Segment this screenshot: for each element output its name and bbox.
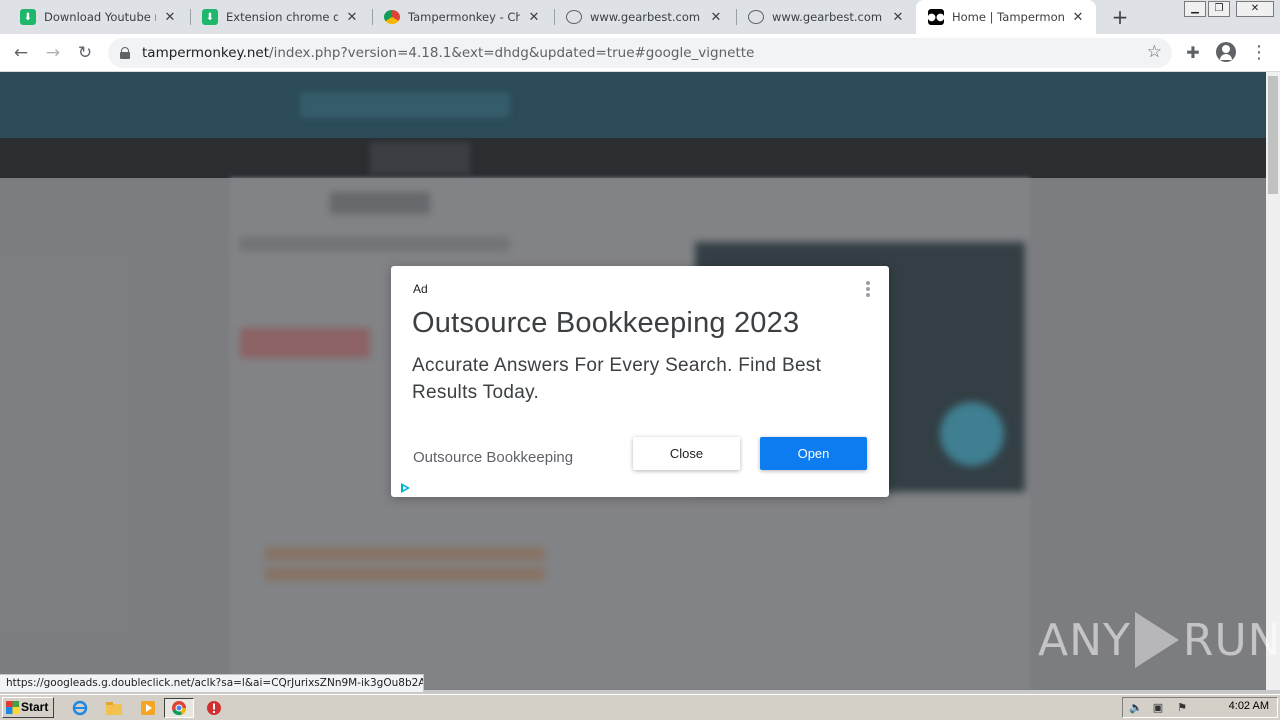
network-icon[interactable]: ▣ xyxy=(1151,701,1165,715)
tampermonkey-icon: ●● xyxy=(927,9,945,25)
close-icon[interactable]: ✕ xyxy=(890,10,906,25)
chrome-taskbar-icon[interactable] xyxy=(164,698,194,718)
anyrun-watermark: ANY RUN xyxy=(1038,608,1280,672)
tab-title: Tampermonkey - Chrom xyxy=(408,10,520,24)
ad-open-button[interactable]: Open xyxy=(760,437,867,470)
stop-icon[interactable] xyxy=(204,698,224,718)
close-icon[interactable]: ✕ xyxy=(708,10,724,25)
kebab-menu-icon[interactable]: ⋮ xyxy=(1246,40,1272,66)
close-icon[interactable]: ✕ xyxy=(344,10,360,25)
url-host: tampermonkey.net xyxy=(142,45,270,61)
tab-title: www.gearbest.com xyxy=(772,10,883,24)
close-icon[interactable]: ✕ xyxy=(162,10,178,25)
play-icon xyxy=(1134,612,1179,668)
internet-explorer-icon[interactable] xyxy=(70,698,90,718)
tab-home-tampermonkey[interactable]: ●● Home | Tampermonkey ✕ xyxy=(916,0,1096,34)
ad-advertiser[interactable]: Outsource Bookkeeping xyxy=(413,449,573,466)
tab-tampermonkey-webstore[interactable]: Tampermonkey - Chrom ✕ xyxy=(372,0,552,34)
action-center-flag-icon[interactable]: ⚑ xyxy=(1175,701,1189,715)
lock-icon[interactable] xyxy=(120,47,130,59)
ad-label: Ad xyxy=(413,282,428,296)
taskbar-clock[interactable]: 4:02 AM xyxy=(1229,700,1269,712)
ad-description[interactable]: Accurate Answers For Every Search. Find … xyxy=(412,352,882,406)
windows-flag-icon xyxy=(6,701,19,714)
tab-strip: ⬇ Download Youtube mp3, ✕ ⬇ Extension ch… xyxy=(0,0,1280,34)
minimize-icon[interactable]: ▁ xyxy=(1184,1,1206,17)
tab-gearbest-1[interactable]: www.gearbest.com ✕ xyxy=(554,0,734,34)
url-path: /index.php?version=4.18.1&ext=dhdg&updat… xyxy=(269,45,755,61)
tab-extension-chrome[interactable]: ⬇ Extension chrome downl ✕ xyxy=(190,0,370,34)
ad-close-button[interactable]: Close xyxy=(633,437,740,470)
profile-avatar-icon[interactable] xyxy=(1216,42,1236,62)
page-scrollbar[interactable] xyxy=(1266,72,1280,690)
globe-icon xyxy=(566,10,582,24)
new-tab-button[interactable]: + xyxy=(1108,5,1132,29)
reload-icon[interactable]: ↻ xyxy=(72,40,98,66)
volume-icon[interactable]: 🔈 xyxy=(1129,701,1143,715)
chrome-webstore-icon xyxy=(384,10,400,24)
address-bar[interactable]: tampermonkey.net/index.php?version=4.18.… xyxy=(108,38,1172,68)
windows-taskbar: Start 🔈 ▣ ⚑ 4:02 AM xyxy=(0,694,1280,720)
tab-title: Home | Tampermonkey xyxy=(952,10,1064,24)
watermark-right-text: RUN xyxy=(1182,614,1280,666)
vignette-ad-dialog: Ad Outsource Bookkeeping 2023 Accurate A… xyxy=(391,266,889,497)
forward-arrow-icon[interactable]: → xyxy=(40,40,66,66)
start-button[interactable]: Start xyxy=(2,697,54,718)
tab-title: Download Youtube mp3, xyxy=(44,10,156,24)
start-label: Start xyxy=(21,700,49,714)
globe-icon xyxy=(748,10,764,24)
tab-title: Extension chrome downl xyxy=(226,10,338,24)
bookmark-star-icon[interactable]: ☆ xyxy=(1147,42,1162,62)
browser-toolbar: ← → ↻ tampermonkey.net/index.php?version… xyxy=(0,34,1280,72)
close-icon[interactable]: ✕ xyxy=(526,10,542,25)
download-icon: ⬇ xyxy=(20,9,36,25)
watermark-left-text: ANY xyxy=(1038,614,1131,666)
media-player-icon[interactable] xyxy=(138,698,158,718)
tab-gearbest-2[interactable]: www.gearbest.com ✕ xyxy=(736,0,916,34)
window-close-icon[interactable]: ✕ xyxy=(1236,1,1274,17)
back-arrow-icon[interactable]: ← xyxy=(8,40,34,66)
extensions-puzzle-icon[interactable]: ✚ xyxy=(1180,40,1206,66)
restore-icon[interactable]: ❐ xyxy=(1208,1,1230,17)
close-icon[interactable]: ✕ xyxy=(1070,10,1086,25)
download-icon: ⬇ xyxy=(202,9,218,25)
ad-headline[interactable]: Outsource Bookkeeping 2023 xyxy=(412,307,799,340)
adchoices-icon[interactable] xyxy=(399,482,411,494)
ad-options-icon[interactable] xyxy=(865,281,871,299)
tab-title: www.gearbest.com xyxy=(590,10,701,24)
scrollbar-thumb[interactable] xyxy=(1268,76,1278,194)
folder-icon[interactable] xyxy=(104,698,124,718)
tab-download-youtube[interactable]: ⬇ Download Youtube mp3, ✕ xyxy=(8,0,188,34)
status-link-preview: https://googleads.g.doubleclick.net/aclk… xyxy=(0,674,424,692)
system-tray: 🔈 ▣ ⚑ 4:02 AM xyxy=(1122,697,1278,718)
